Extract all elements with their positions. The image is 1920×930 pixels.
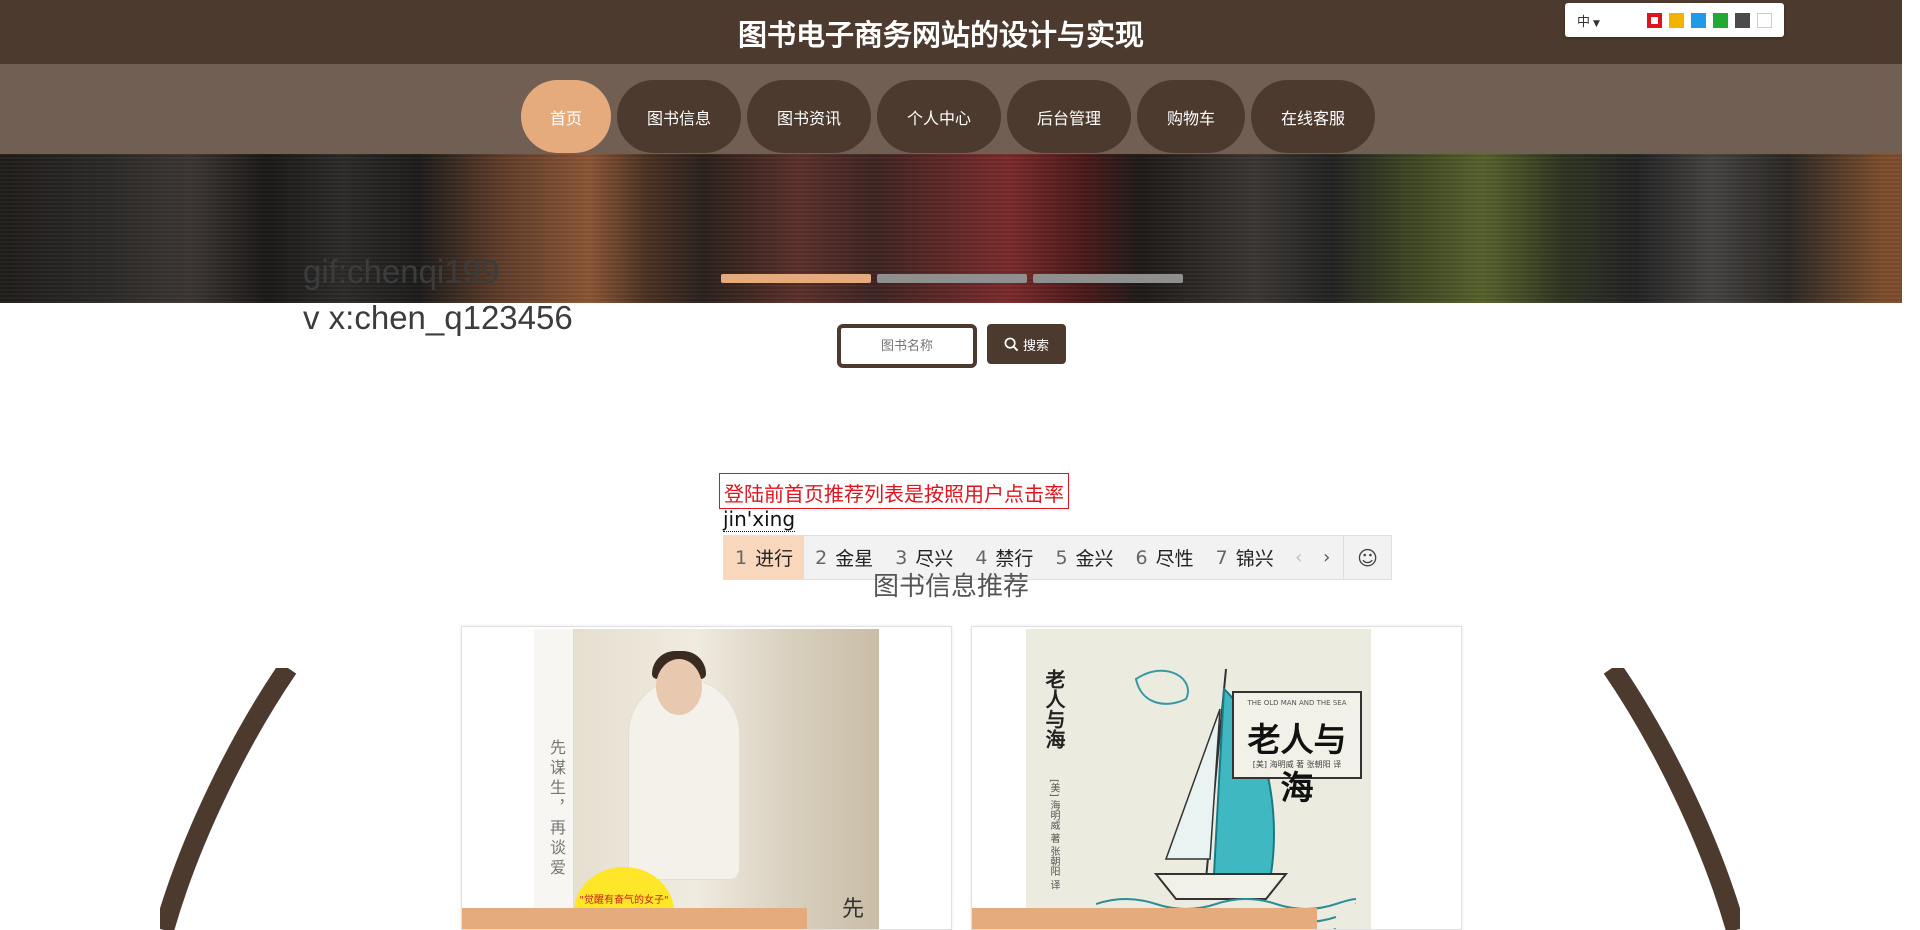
carousel-indicator-3[interactable] [1033, 274, 1183, 283]
cover-title-box: THE OLD MAN AND THE SEA 老人与海 [美] 海明威 著 张… [1232, 691, 1362, 807]
theme-switcher: 中 ▼ [1565, 3, 1784, 37]
cover-vertical-title: 老人与海 [1042, 669, 1066, 749]
nav-admin[interactable]: 后台管理 [1007, 80, 1131, 153]
decorative-arc-right [1603, 668, 1740, 930]
nav-online-service[interactable]: 在线客服 [1251, 80, 1375, 153]
nav-home[interactable]: 首页 [521, 80, 611, 153]
nav-personal-center[interactable]: 个人中心 [877, 80, 1001, 153]
watermark-line-1: gif:chenqi199 [303, 253, 500, 290]
theme-green-swatch[interactable] [1713, 13, 1728, 28]
language-label: 中 [1577, 15, 1591, 30]
card-caption-bar [462, 908, 807, 929]
theme-gray-swatch[interactable] [1735, 13, 1750, 28]
theme-white-swatch[interactable] [1757, 13, 1772, 28]
nav-book-news[interactable]: 图书资讯 [747, 80, 871, 153]
cover-title: 先 [841, 897, 864, 922]
watermark-line-2: v x:chen_q123456 [303, 299, 573, 336]
book-cover[interactable]: 老人与海 [美] 海明威 著 张朝阳 译 THE OLD MAN AND THE… [1026, 629, 1371, 929]
search-button-label: 搜索 [1022, 338, 1049, 354]
card-caption-bar [972, 908, 1317, 929]
nav-book-info[interactable]: 图书信息 [617, 80, 741, 153]
theme-yellow-swatch[interactable] [1669, 13, 1684, 28]
cover-title-en: THE OLD MAN AND THE SEA [1247, 699, 1347, 707]
book-card[interactable]: 先谋生，再谈爱 "觉醒有奋气的女子" 系列作品 先 [461, 626, 952, 930]
section-title: 图书信息推荐 [872, 572, 1029, 602]
search-icon [1004, 337, 1019, 351]
decorative-arc-left [160, 668, 297, 930]
caret-down-icon: ▼ [1593, 19, 1600, 29]
theme-blue-swatch[interactable] [1691, 13, 1706, 28]
nav-cart[interactable]: 购物车 [1137, 80, 1245, 153]
search-button[interactable]: 搜索 [987, 324, 1066, 364]
carousel-indicator-1[interactable] [721, 274, 871, 283]
cover-author: [美] 海明威 著 张朝阳 译 [1252, 760, 1342, 769]
carousel-indicator-2[interactable] [877, 274, 1027, 283]
book-card[interactable]: 老人与海 [美] 海明威 著 张朝阳 译 THE OLD MAN AND THE… [971, 626, 1462, 930]
ime-composition: jin'xing [723, 507, 796, 532]
main-nav: 首页 图书信息 图书资讯 个人中心 后台管理 购物车 在线客服 [521, 80, 1375, 153]
language-select[interactable]: 中 ▼ [1577, 11, 1600, 30]
cover-vertical-subtitle: [美] 海明威 著 张朝阳 译 [1048, 779, 1059, 890]
annotation-note: 登陆前首页推荐列表是按照用户点击率 [719, 473, 1069, 509]
cover-spine-text: 先谋生，再谈爱 [547, 739, 566, 879]
book-cover[interactable]: 先谋生，再谈爱 "觉醒有奋气的女子" 系列作品 先 [534, 629, 879, 929]
cover-figure-head [656, 659, 702, 715]
theme-red-swatch[interactable] [1647, 13, 1662, 28]
search-input[interactable] [837, 324, 977, 368]
